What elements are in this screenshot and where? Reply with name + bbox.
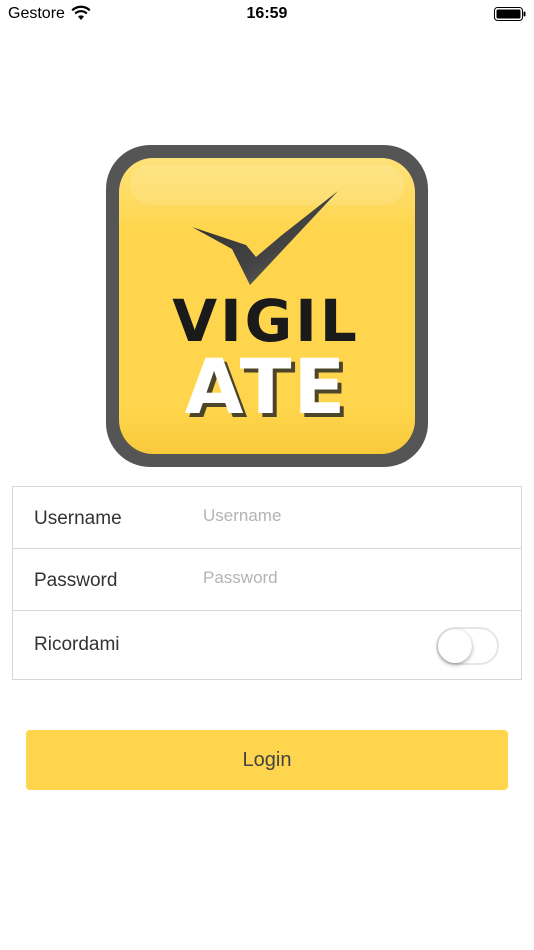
username-row: Username	[13, 487, 521, 549]
status-time: 16:59	[246, 5, 288, 22]
toggle-knob[interactable]	[438, 629, 472, 663]
username-label: Username	[34, 508, 122, 529]
battery-icon	[494, 7, 526, 21]
password-row: Password	[13, 549, 521, 611]
username-field[interactable]	[203, 504, 503, 528]
remember-toggle[interactable]	[436, 627, 499, 665]
login-button[interactable]: Login	[26, 730, 508, 790]
remember-label: Ricordami	[34, 634, 120, 655]
password-label: Password	[34, 570, 118, 591]
login-form: Username Password Ricordami	[12, 486, 522, 680]
password-field[interactable]	[203, 566, 503, 590]
remember-row: Ricordami	[13, 611, 521, 679]
app-logo: VIGIL ATE ATE	[106, 145, 428, 467]
logo-text-ate: ATE	[185, 342, 348, 431]
status-bar: Gestore 16:59	[0, 0, 534, 28]
